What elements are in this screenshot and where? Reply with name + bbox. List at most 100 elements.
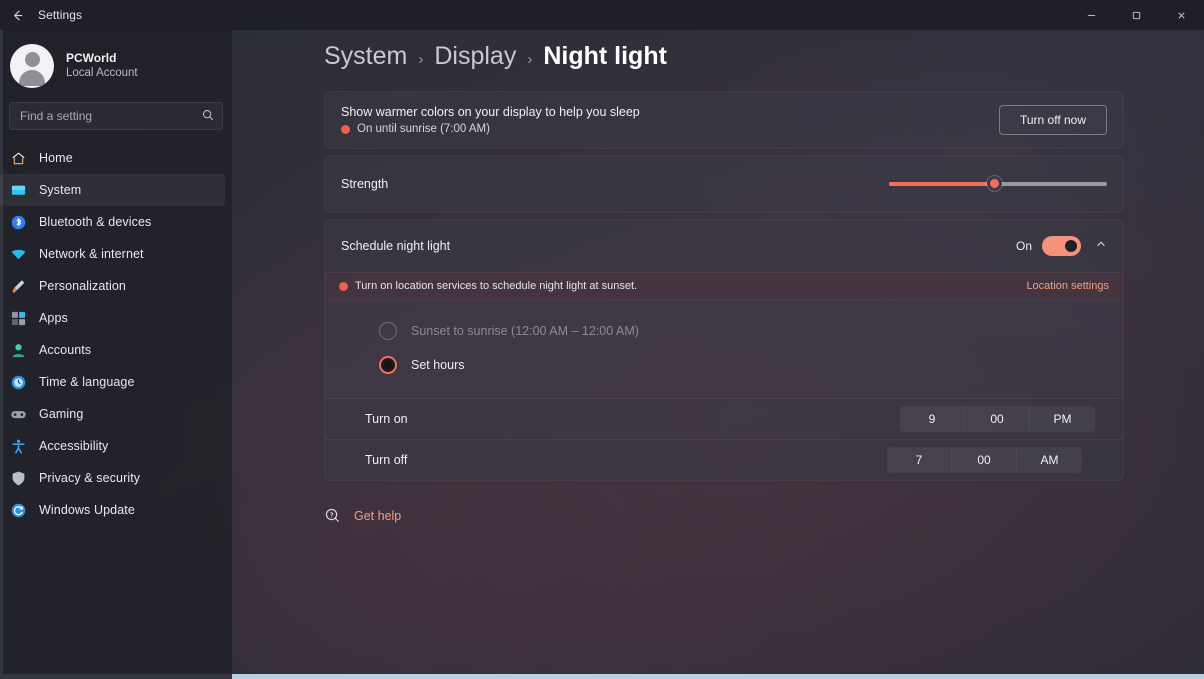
- gamepad-icon: [10, 406, 27, 423]
- sidebar-item-personalization[interactable]: Personalization: [0, 270, 225, 302]
- accounts-person-icon: [10, 342, 27, 359]
- sidebar-item-apps[interactable]: Apps: [0, 302, 225, 334]
- breadcrumb: System › Display › Night light: [232, 30, 1204, 71]
- status-dot-icon: [341, 124, 350, 134]
- turn-off-minute[interactable]: 00: [952, 447, 1017, 473]
- search-box[interactable]: [9, 102, 223, 130]
- turn-off-time-picker[interactable]: 7 00 AM: [887, 447, 1082, 473]
- breadcrumb-system[interactable]: System: [324, 42, 407, 71]
- sidebar: PCWorld Local Account Home: [0, 30, 232, 679]
- chevron-right-icon: ›: [418, 51, 424, 68]
- maximize-button[interactable]: [1114, 0, 1159, 30]
- sidebar-item-home[interactable]: Home: [0, 142, 225, 174]
- schedule-label: Schedule night light: [341, 239, 451, 253]
- location-warning-strip: Turn on location services to schedule ni…: [325, 272, 1123, 300]
- strength-label: Strength: [341, 177, 389, 191]
- warning-dot-icon: [339, 281, 348, 291]
- sidebar-item-label: Bluetooth & devices: [39, 215, 152, 229]
- back-arrow-icon[interactable]: [0, 0, 34, 30]
- sidebar-item-system[interactable]: System: [0, 174, 225, 206]
- sidebar-item-gaming[interactable]: Gaming: [0, 398, 225, 430]
- get-help-link[interactable]: Get help: [324, 507, 1204, 524]
- close-button[interactable]: [1159, 0, 1204, 30]
- sidebar-nav: Home System Bluetooth & devices Network …: [0, 142, 232, 526]
- toggle-state-label: On: [1015, 239, 1032, 253]
- search-input[interactable]: [20, 109, 196, 123]
- shield-icon: [10, 470, 27, 487]
- sidebar-item-label: Accounts: [39, 343, 92, 357]
- account-name: PCWorld: [66, 51, 117, 66]
- strength-row: Strength: [325, 156, 1123, 212]
- apps-grid-icon: [10, 310, 27, 327]
- sidebar-item-privacy-security[interactable]: Privacy & security: [0, 462, 225, 494]
- schedule-options-panel: Sunset to sunrise (12:00 AM – 12:00 AM) …: [325, 300, 1123, 398]
- schedule-night-light-card: Schedule night light On Turn on location…: [324, 219, 1124, 481]
- radio-option-sunset-to-sunrise[interactable]: Sunset to sunrise (12:00 AM – 12:00 AM): [325, 314, 1123, 348]
- sidebar-item-network-internet[interactable]: Network & internet: [0, 238, 225, 270]
- account-block[interactable]: PCWorld Local Account: [0, 30, 232, 100]
- radio-option-set-hours[interactable]: Set hours: [325, 348, 1123, 382]
- strength-card: Strength: [324, 155, 1124, 213]
- turn-off-label: Turn off: [365, 453, 408, 467]
- sidebar-item-accounts[interactable]: Accounts: [0, 334, 225, 366]
- paintbrush-icon: [10, 278, 27, 295]
- person-avatar-icon: [10, 44, 54, 88]
- sidebar-item-label: Privacy & security: [39, 471, 141, 485]
- sidebar-item-label: Personalization: [39, 279, 126, 293]
- location-settings-link[interactable]: Location settings: [1026, 280, 1109, 292]
- slider-fill: [889, 182, 994, 186]
- breadcrumb-display[interactable]: Display: [434, 42, 516, 71]
- slider-thumb[interactable]: [987, 176, 1002, 191]
- turn-on-time-picker[interactable]: 9 00 PM: [900, 406, 1095, 432]
- night-light-description: Show warmer colors on your display to he…: [341, 105, 640, 119]
- turn-on-label: Turn on: [365, 412, 408, 426]
- sidebar-item-accessibility[interactable]: Accessibility: [0, 430, 225, 462]
- radio-label: Sunset to sunrise (12:00 AM – 12:00 AM): [411, 324, 639, 338]
- night-light-status-row: Show warmer colors on your display to he…: [325, 92, 1123, 148]
- strength-slider[interactable]: [889, 172, 1107, 196]
- update-refresh-icon: [10, 502, 27, 519]
- wifi-icon: [10, 246, 27, 263]
- turn-off-now-button[interactable]: Turn off now: [999, 105, 1107, 135]
- turn-on-meridiem[interactable]: PM: [1030, 406, 1095, 432]
- settings-window: Settings PCWorld Local Account Find a se…: [0, 0, 1204, 679]
- radio-button-icon[interactable]: [379, 322, 397, 340]
- sidebar-item-label: System: [39, 183, 82, 197]
- chevron-up-icon[interactable]: [1095, 238, 1107, 253]
- system-monitor-icon: [10, 182, 27, 199]
- schedule-toggle[interactable]: [1042, 236, 1081, 256]
- minimize-button[interactable]: [1069, 0, 1114, 30]
- turn-off-hour[interactable]: 7: [887, 447, 952, 473]
- turn-on-hour[interactable]: 9: [900, 406, 965, 432]
- help-question-icon: [324, 507, 341, 524]
- radio-label: Set hours: [411, 358, 465, 372]
- account-subtitle: Local Account: [66, 67, 138, 80]
- settings-cards: Show warmer colors on your display to he…: [324, 91, 1124, 481]
- clock-icon: [10, 374, 27, 391]
- sidebar-item-time-language[interactable]: Time & language: [0, 366, 225, 398]
- turn-off-time-row: Turn off 7 00 AM: [325, 439, 1123, 480]
- schedule-header-row[interactable]: Schedule night light On: [325, 220, 1123, 272]
- location-warning-text: Turn on location services to schedule ni…: [355, 280, 638, 292]
- sidebar-item-label: Apps: [39, 311, 68, 325]
- sidebar-item-label: Accessibility: [39, 439, 109, 453]
- schedule-toggle-wrap[interactable]: On: [1016, 236, 1081, 256]
- turn-off-meridiem[interactable]: AM: [1017, 447, 1082, 473]
- turn-on-time-row: Turn on 9 00 PM: [325, 398, 1123, 439]
- get-help-label: Get help: [354, 508, 402, 523]
- sidebar-item-label: Time & language: [39, 375, 135, 389]
- accessibility-icon: [10, 438, 27, 455]
- sidebar-item-label: Windows Update: [39, 503, 135, 517]
- chevron-right-icon: ›: [527, 51, 533, 68]
- sidebar-item-windows-update[interactable]: Windows Update: [0, 494, 225, 526]
- sidebar-item-bluetooth-devices[interactable]: Bluetooth & devices: [0, 206, 225, 238]
- bluetooth-icon: [10, 214, 27, 231]
- page-title: Night light: [543, 42, 667, 70]
- home-icon: [10, 150, 27, 167]
- turn-on-minute[interactable]: 00: [965, 406, 1030, 432]
- account-text: PCWorld Local Account: [66, 50, 138, 82]
- night-light-status-card: Show warmer colors on your display to he…: [324, 91, 1124, 149]
- night-light-status-text: Show warmer colors on your display to he…: [341, 105, 640, 135]
- radio-button-selected-icon[interactable]: [379, 356, 397, 374]
- search-icon: [202, 109, 214, 124]
